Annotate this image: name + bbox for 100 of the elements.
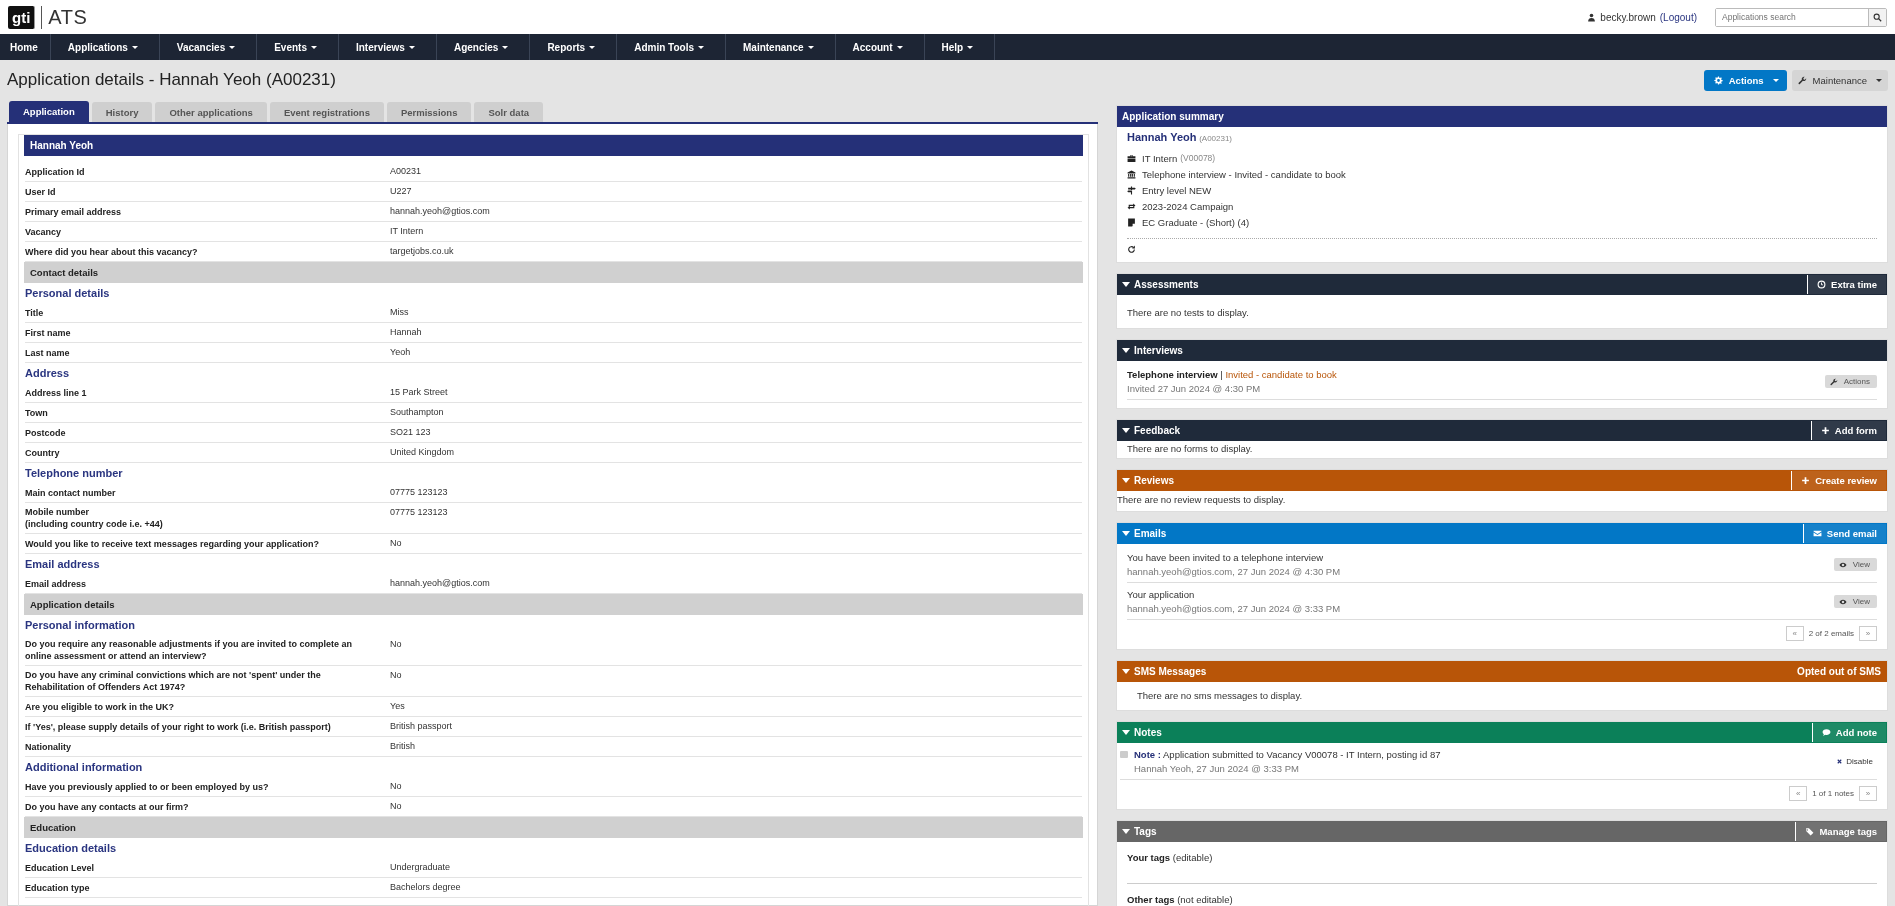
field-value: targetjobs.co.uk: [390, 245, 454, 257]
previous-page-button[interactable]: «: [1789, 786, 1808, 801]
tab[interactable]: Application: [9, 101, 89, 122]
field-value: A00231: [390, 165, 422, 177]
tab[interactable]: Permissions: [386, 102, 472, 122]
nav-item[interactable]: Agencies: [436, 34, 531, 60]
interview-status: Invited - candidate to book: [1225, 369, 1337, 380]
field-value: Yeoh: [390, 346, 411, 358]
subheading: Additional information: [25, 760, 144, 775]
summary-text: 2023-2024 Campaign: [1142, 200, 1234, 212]
nav-item[interactable]: Applications: [50, 34, 160, 60]
field-value: British passport: [390, 720, 453, 732]
collapse-triangle-icon[interactable]: [1122, 348, 1130, 353]
caret-icon: [311, 45, 317, 49]
tab[interactable]: Event registrations: [269, 102, 384, 122]
actions-button[interactable]: Actions: [1703, 69, 1787, 91]
nav-item[interactable]: Interviews: [339, 34, 437, 60]
email-subject[interactable]: Your application: [1127, 589, 1828, 600]
nav-item[interactable]: Maintenance: [726, 34, 836, 60]
refresh-icon[interactable]: [1127, 245, 1136, 254]
subheading: Email address: [25, 557, 101, 572]
summary-text: Entry level NEW: [1142, 184, 1212, 196]
panel-title: SMS Messages: [1134, 666, 1208, 677]
caret-icon: [698, 45, 704, 49]
caret-icon: [967, 45, 974, 49]
next-page-button[interactable]: »: [1859, 786, 1877, 801]
tab[interactable]: History: [91, 102, 153, 122]
field-label: Where did you hear about this vacancy?: [25, 245, 199, 259]
search-icon: [1873, 12, 1882, 22]
nav-item[interactable]: Vacancies: [159, 34, 258, 60]
logo-mark[interactable]: gti: [8, 5, 36, 29]
field-label: Do you have any contacts at our firm?: [25, 800, 190, 814]
header-button[interactable]: Manage tags: [1795, 822, 1886, 841]
search-button[interactable]: [1868, 8, 1886, 26]
nav-item[interactable]: Help: [924, 34, 996, 60]
view-button[interactable]: View: [1833, 558, 1877, 571]
field-value: SO21 123: [390, 426, 431, 438]
field-value: 15 Park Street: [390, 386, 448, 398]
field-label: If 'Yes', please supply details of your right to work (i.e. British passport): [25, 720, 332, 734]
collapse-triangle-icon[interactable]: [1122, 428, 1130, 433]
panel-title: Interviews: [1134, 345, 1184, 356]
section-header: Application details: [24, 594, 1083, 615]
header-button[interactable]: Add form: [1810, 421, 1886, 440]
email-subject[interactable]: You have been invited to a telephone interview: [1127, 552, 1828, 563]
actions-button[interactable]: Actions: [1824, 375, 1877, 388]
field-value: 07775 123123: [390, 486, 448, 498]
plus-icon: [1820, 426, 1830, 435]
plus-icon: [1801, 476, 1811, 485]
summary-detail: (V00078): [1180, 153, 1216, 163]
collapse-triangle-icon[interactable]: [1122, 282, 1130, 287]
field-value: No: [390, 669, 402, 681]
view-button[interactable]: View: [1833, 595, 1877, 608]
field-value: Southampton: [390, 406, 444, 418]
header-button[interactable]: Send email: [1802, 524, 1886, 543]
section-header: Education: [24, 817, 1083, 838]
section-header: Contact details: [24, 262, 1083, 283]
field-label: Primary email address: [25, 205, 123, 219]
field-value: U227: [390, 185, 412, 197]
logout-link[interactable]: (Logout): [1659, 11, 1697, 23]
separator: |: [1220, 369, 1223, 380]
nav-item[interactable]: Account: [835, 34, 925, 60]
field-label: Are you eligible to work in the UK?: [25, 700, 175, 714]
header-button[interactable]: Add note: [1811, 723, 1886, 742]
search-field[interactable]: Applications search: [1715, 7, 1887, 27]
next-page-button[interactable]: »: [1859, 626, 1877, 641]
email-meta: hannah.yeoh@gtios.com, 27 Jun 2024 @ 4:30 PM: [1127, 566, 1342, 577]
field-label: Country: [25, 446, 61, 460]
empty-message: There are no forms to display.: [1126, 442, 1254, 456]
field-value: Miss: [390, 306, 409, 318]
eye-icon: [1838, 597, 1847, 606]
header-button[interactable]: Extra time: [1807, 275, 1886, 294]
field-label: Do you require any reasonable adjustments if you are invited to complete an online assessment or attend an interview?: [25, 638, 354, 663]
empty-message: There are no review requests to display.: [1117, 493, 1287, 507]
maintenance-button[interactable]: Maintenance: [1791, 69, 1888, 91]
field-value: 07775 123123: [390, 506, 448, 518]
disable-link[interactable]: Disable: [1836, 757, 1873, 766]
subheading: Telephone number: [25, 466, 124, 481]
nav-item[interactable]: Reports: [530, 34, 618, 60]
previous-page-button[interactable]: «: [1785, 626, 1804, 641]
nav-item[interactable]: Events: [257, 34, 339, 60]
panel-title: Notes: [1134, 727, 1163, 738]
field-value: No: [390, 537, 402, 549]
nav-item[interactable]: Home: [0, 34, 51, 60]
field-label: Do you have any criminal convictions which are not 'spent' under the Rehabilitation of Offenders Act 1974?: [25, 669, 322, 694]
field-value: IT Intern: [390, 225, 424, 237]
subheading: Education details: [25, 841, 118, 856]
wrench-icon: [1829, 377, 1838, 386]
panel-title: Tags: [1134, 826, 1158, 837]
field-value: United Kingdom: [390, 446, 455, 458]
panel-title: Reviews: [1134, 475, 1176, 486]
tab[interactable]: Other applications: [155, 102, 267, 122]
panel-title: Emails: [1134, 528, 1168, 539]
card-title: Hannah Yeoh: [24, 135, 1083, 156]
field-value: British: [390, 740, 415, 752]
tab[interactable]: Solr data: [474, 102, 544, 122]
header-button[interactable]: Create review: [1791, 471, 1886, 490]
interview-title: Telephone interview: [1127, 369, 1218, 380]
signpost-icon: [1127, 185, 1136, 195]
nav-item[interactable]: Admin Tools: [617, 34, 726, 60]
email-meta: hannah.yeoh@gtios.com, 27 Jun 2024 @ 3:33 PM: [1127, 603, 1342, 614]
